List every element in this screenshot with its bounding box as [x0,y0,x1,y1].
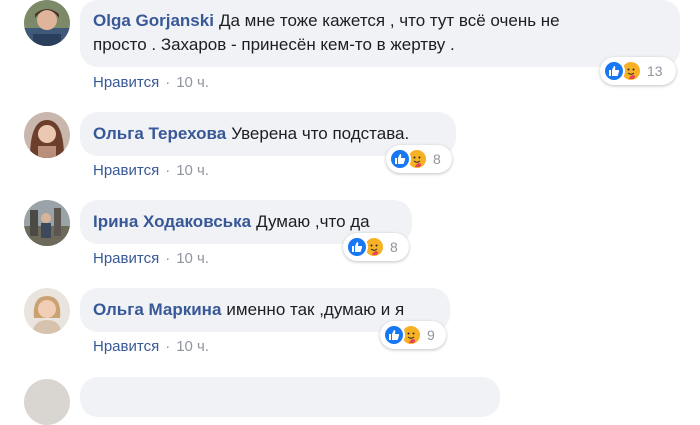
comment-author[interactable]: Ірина Ходаковська [93,212,251,231]
separator: · [165,250,171,267]
comment-text-line: просто . Захаров - принесён кем-то в жер… [93,35,455,54]
comment-text: Думаю ,что да [256,212,370,231]
comment-bubble: Olga Gorjanski Да мне тоже кажется , что … [80,0,680,67]
like-button[interactable]: Нравится [93,250,159,267]
reaction-summary[interactable]: 8 [386,145,452,173]
reaction-count: 9 [427,327,435,343]
like-button[interactable]: Нравится [93,74,159,91]
thumbs-up-icon [346,236,368,258]
thumbs-up-icon [389,148,411,170]
timestamp[interactable]: 10 ч. [176,338,209,355]
reaction-count: 13 [647,63,663,79]
reaction-count: 8 [390,239,398,255]
comment-actions: Нравится · 10 ч. [93,161,209,181]
comment-text: Уверена что подстава. [231,124,410,143]
timestamp[interactable]: 10 ч. [176,74,209,91]
reaction-count: 8 [433,151,441,167]
avatar[interactable] [24,0,70,46]
separator: · [165,74,171,91]
comment-author[interactable]: Ольга Маркина [93,300,221,319]
like-button[interactable]: Нравится [93,338,159,355]
avatar[interactable] [24,200,70,246]
comment-actions: Нравится · 10 ч. [93,249,209,269]
reaction-summary[interactable]: 9 [380,321,446,349]
next-comment-partial [24,372,684,425]
reaction-summary[interactable]: 8 [343,233,409,261]
comment-text-line: Да мне тоже кажется , что тут всё очень … [218,11,560,30]
comment-bubble [80,377,500,417]
timestamp[interactable]: 10 ч. [176,162,209,179]
thumbs-up-icon [383,324,405,346]
separator: · [165,162,171,179]
avatar[interactable] [24,379,70,425]
comment-author[interactable]: Olga Gorjanski [93,11,214,30]
reaction-summary[interactable]: 13 [600,57,676,85]
separator: · [165,338,171,355]
like-button[interactable]: Нравится [93,162,159,179]
thumbs-up-icon [603,60,625,82]
timestamp[interactable]: 10 ч. [176,250,209,267]
avatar[interactable] [24,112,70,158]
comment-actions: Нравится · 10 ч. [93,337,209,357]
comment-actions: Нравится · 10 ч. [93,73,209,93]
comment-author[interactable]: Ольга Терехова [93,124,226,143]
comment-text: именно так ,думаю и я [226,300,405,319]
avatar[interactable] [24,288,70,334]
